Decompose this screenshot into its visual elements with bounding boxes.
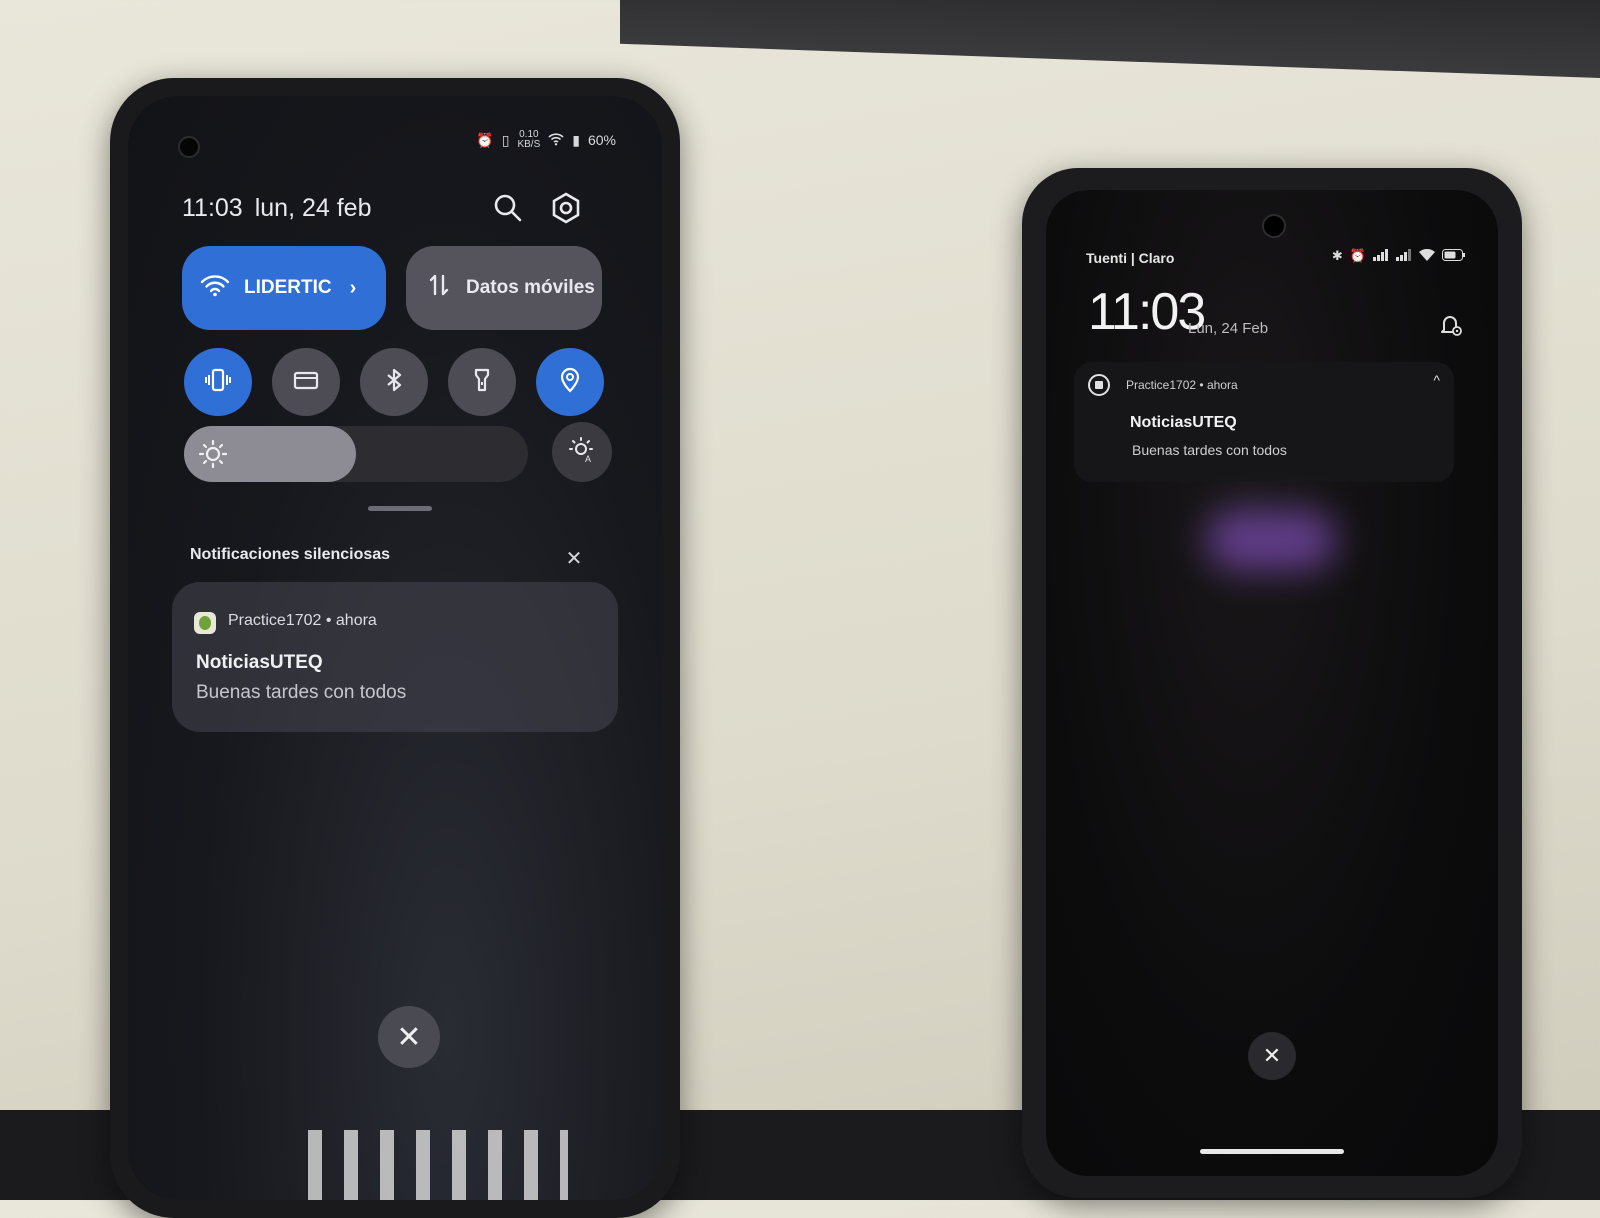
bluetooth-status-icon: ✱	[1331, 248, 1343, 263]
signal-icon-2	[1396, 248, 1412, 264]
bluetooth-toggle[interactable]	[360, 348, 428, 416]
wifi-tile[interactable]: LIDERTIC ›	[182, 246, 386, 330]
notification-body: Buenas tardes con todos	[196, 682, 407, 703]
location-toggle[interactable]	[536, 348, 604, 416]
auto-brightness-button[interactable]: A	[552, 422, 612, 482]
notification-time: ahora	[1206, 378, 1238, 392]
phone-right: Tuenti | Claro ✱ ⏰ 11:03 Lun, 24 Feb Pra…	[1022, 168, 1522, 1198]
gear-icon[interactable]	[548, 190, 584, 226]
wifi-status-icon	[548, 132, 564, 149]
notification-meta: Practice1702 • ahora	[1126, 378, 1238, 392]
qs-datetime: 11:03 lun, 24 feb	[182, 194, 371, 223]
card-icon	[291, 365, 321, 400]
lock-screen: Tuenti | Claro ✱ ⏰ 11:03 Lun, 24 Feb Pra…	[1046, 190, 1498, 1176]
vibrate-status-icon: ▯	[501, 131, 510, 148]
light-reflection	[1206, 510, 1336, 570]
mobile-data-icon	[428, 272, 450, 304]
bluetooth-icon	[379, 365, 409, 400]
status-bar: ⏰ ▯ 0.10 KB/S ▮ 60%	[476, 130, 616, 150]
notification-app-name: Practice1702	[228, 612, 322, 629]
clear-all-button[interactable]: ✕	[1248, 1032, 1296, 1080]
flashlight-toggle[interactable]	[448, 348, 516, 416]
auto-brightness-icon: A	[567, 435, 597, 470]
app-icon	[1088, 374, 1110, 396]
drag-handle[interactable]	[368, 506, 432, 511]
qs-time: 11:03	[182, 194, 243, 222]
vibrate-icon	[203, 365, 233, 400]
battery-icon	[1442, 248, 1466, 264]
search-icon[interactable]	[490, 190, 526, 226]
chevron-right-icon[interactable]: ›	[350, 277, 357, 300]
battery-level: 60%	[587, 132, 616, 148]
app-icon	[194, 612, 216, 634]
notification-settings-icon[interactable]	[1436, 310, 1466, 340]
phone-left: ⏰ ▯ 0.10 KB/S ▮ 60% 11:03 lun, 24 feb LIDE…	[110, 78, 680, 1218]
silent-notifications-title: Notificaciones silenciosas	[190, 546, 391, 563]
wallet-toggle[interactable]	[272, 348, 340, 416]
svg-text:A: A	[585, 454, 591, 464]
notification-card[interactable]: Practice1702 • ahora ^ NoticiasUTEQ Buen…	[1074, 362, 1454, 482]
notification-title: NoticiasUTEQ	[1130, 414, 1237, 431]
wifi-status-icon	[1419, 248, 1435, 264]
screen-glare	[308, 1130, 568, 1200]
mobile-data-label: Datos móviles	[466, 277, 595, 298]
chevron-up-icon[interactable]: ^	[1433, 372, 1440, 388]
wifi-icon	[200, 273, 230, 303]
lock-clock: 11:03	[1088, 283, 1206, 341]
alarm-icon: ⏰	[1349, 248, 1366, 263]
quick-settings-screen: ⏰ ▯ 0.10 KB/S ▮ 60% 11:03 lun, 24 feb LIDE…	[128, 96, 662, 1200]
front-camera	[178, 136, 200, 158]
wifi-network-name: LIDERTIC	[244, 277, 332, 298]
alarm-icon: ⏰	[476, 131, 494, 148]
carrier-label: Tuenti | Claro	[1086, 250, 1175, 266]
front-camera	[1262, 214, 1286, 238]
notification-meta: Practice1702 • ahora	[228, 612, 377, 629]
home-indicator[interactable]	[1200, 1149, 1344, 1154]
brightness-slider[interactable]	[184, 426, 528, 482]
notification-card[interactable]: Practice1702 • ahora NoticiasUTEQ Buenas…	[172, 582, 618, 732]
sun-icon	[198, 439, 228, 474]
status-bar: ✱ ⏰	[1332, 248, 1466, 264]
notification-title: NoticiasUTEQ	[196, 652, 323, 673]
notification-app-name: Practice1702	[1126, 378, 1197, 392]
close-icon[interactable]: ✕	[556, 540, 592, 576]
vibrate-toggle[interactable]	[184, 348, 252, 416]
notification-time: ahora	[335, 612, 377, 629]
lock-date: Lun, 24 Feb	[1188, 320, 1269, 337]
network-speed: 0.10 KB/S	[517, 129, 541, 150]
battery-icon: ▮	[572, 131, 580, 148]
notification-body: Buenas tardes con todos	[1132, 442, 1287, 458]
mobile-data-tile[interactable]: Datos móviles	[406, 246, 602, 330]
clear-all-button[interactable]: ✕	[378, 1006, 440, 1068]
background-shelf	[620, 0, 1600, 78]
signal-icon	[1373, 248, 1389, 264]
qs-date: lun, 24 feb	[254, 194, 372, 222]
flashlight-icon	[467, 365, 497, 400]
location-icon	[555, 365, 585, 400]
